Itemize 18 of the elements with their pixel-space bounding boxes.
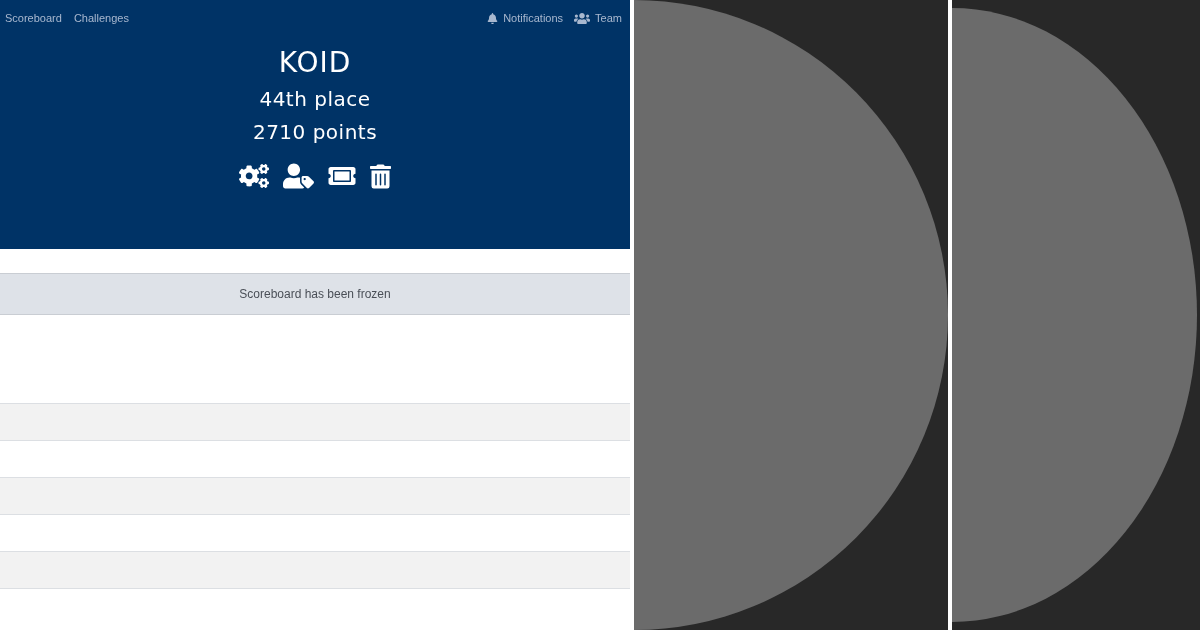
nav-link[interactable]: Notifications: [487, 9, 564, 27]
users-icon: [574, 11, 591, 25]
bell-icon: [487, 12, 499, 24]
notice-text: Scoreboard has been frozen: [239, 286, 391, 303]
nav-link[interactable]: Scoreboard: [5, 9, 62, 27]
nav-link[interactable]: Challenges: [73, 9, 129, 27]
ticket-icon: [328, 164, 356, 188]
team-points: 2710 points: [252, 120, 378, 144]
team-name: KOID: [278, 46, 352, 80]
trash-icon: [370, 163, 391, 189]
settings-button[interactable]: [239, 163, 269, 189]
nav-link[interactable]: Team: [574, 9, 622, 27]
user-tag-button[interactable]: [283, 163, 314, 189]
gears-icon: [239, 163, 269, 189]
user-tag-icon: [283, 163, 314, 189]
delete-button[interactable]: [370, 163, 391, 189]
team-place: 44th place: [259, 87, 371, 111]
ticket-button[interactable]: [328, 164, 356, 188]
